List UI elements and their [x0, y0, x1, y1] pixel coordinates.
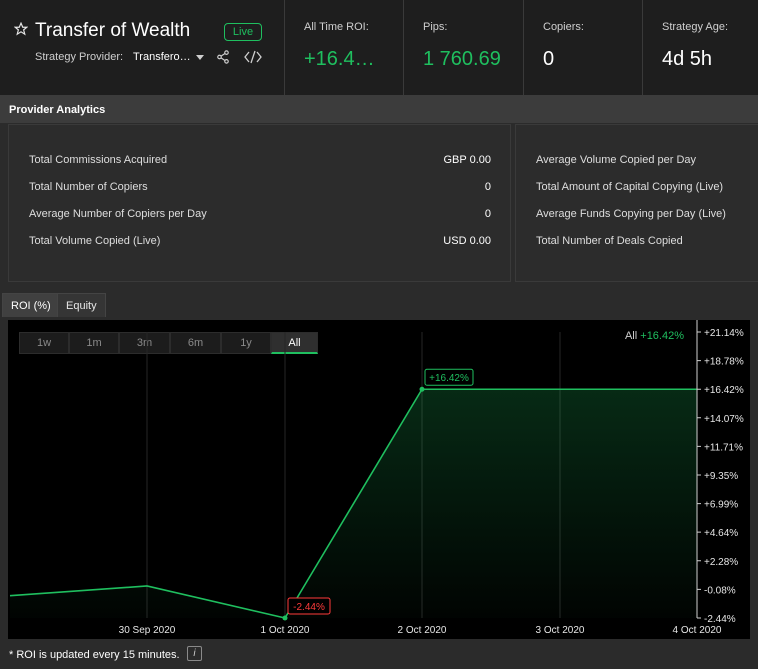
- tab-roi[interactable]: ROI (%): [2, 293, 60, 317]
- metric-label: All Time ROI:: [304, 21, 369, 33]
- y-tick-label: +16.42%: [704, 385, 744, 396]
- analytics-label: Average Funds Copying per Day (Live): [536, 208, 726, 220]
- metric-label: Strategy Age:: [662, 21, 729, 33]
- metric-label: Copiers:: [543, 21, 584, 33]
- share-icon[interactable]: [216, 50, 230, 64]
- x-tick-label: 3 Oct 2020: [536, 625, 585, 636]
- analytics-value: 0: [484, 208, 491, 220]
- metric-value: 4d 5h: [662, 48, 713, 70]
- analytics-label: Total Number of Deals Copied: [536, 235, 683, 247]
- strategy-header: Transfer of Wealth Live Strategy Provide…: [0, 0, 758, 95]
- x-tick-label: 2 Oct 2020: [398, 625, 447, 636]
- embed-code-icon[interactable]: [244, 50, 262, 64]
- data-label: -2.44%: [293, 602, 325, 613]
- x-tick-label: 4 Oct 2020: [673, 625, 722, 636]
- metric-value: 0: [543, 48, 555, 70]
- y-tick-label: -2.44%: [704, 614, 736, 625]
- tab-equity[interactable]: Equity: [57, 293, 106, 317]
- analytics-value: USD 0.00: [443, 235, 491, 247]
- analytics-value: 0: [484, 181, 491, 193]
- y-tick-label: +2.28%: [704, 557, 738, 568]
- section-title: Provider Analytics: [9, 104, 106, 116]
- analytics-label: Total Number of Copiers: [29, 181, 148, 193]
- live-status-badge: Live: [224, 23, 262, 41]
- chart-tabs: ROI (%) Equity: [0, 290, 758, 318]
- provider-label: Strategy Provider:: [35, 51, 124, 63]
- strategy-title: Transfer of Wealth: [35, 20, 191, 41]
- data-point-marker: [419, 386, 425, 392]
- metric-pips: Pips: 1 760.69: [403, 0, 523, 95]
- provider-analytics-header: Provider Analytics: [0, 95, 758, 123]
- metric-roi: All Time ROI: +16.4…: [284, 0, 403, 95]
- analytics-label: Total Volume Copied (Live): [29, 235, 161, 247]
- chevron-down-icon[interactable]: [196, 55, 204, 60]
- y-tick-label: +6.99%: [704, 500, 738, 511]
- analytics-value: GBP 0.00: [443, 154, 492, 166]
- x-tick-label: 1 Oct 2020: [261, 625, 310, 636]
- analytics-label: Total Amount of Capital Copying (Live): [536, 181, 724, 193]
- analytics-label: Average Number of Copiers per Day: [29, 208, 207, 220]
- y-tick-label: +14.07%: [704, 414, 744, 425]
- y-tick-label: +11.71%: [704, 442, 743, 453]
- y-tick-label: -0.08%: [704, 585, 736, 596]
- y-tick-label: +9.35%: [704, 471, 738, 482]
- y-tick-label: +4.64%: [704, 528, 738, 539]
- analytics-panel-right: Average Volume Copied per Day Total Amou…: [515, 124, 758, 282]
- metric-label: Pips:: [423, 21, 448, 33]
- roi-footnote: * ROI is updated every 15 minutes.: [9, 649, 180, 661]
- y-tick-label: +21.14%: [704, 328, 744, 339]
- metric-value: 1 760.69: [423, 48, 501, 70]
- star-icon[interactable]: [14, 22, 28, 36]
- x-tick-label: 30 Sep 2020: [119, 625, 176, 636]
- provider-dropdown[interactable]: Transfero…: [133, 51, 191, 63]
- roi-chart-plot[interactable]: +21.14% +18.78% +16.42% +14.07% +11.71% +9.35…: [8, 320, 750, 639]
- y-tick-label: +18.78%: [704, 357, 744, 368]
- metric-value: +16.4…: [304, 48, 375, 70]
- metric-copiers: Copiers: 0: [523, 0, 642, 95]
- data-point-marker: [282, 615, 288, 621]
- roi-chart: 1w 1m 3m 6m 1y All All +16.42% +21.14% +1…: [8, 320, 750, 639]
- metric-strategy-age: Strategy Age: 4d 5h: [642, 0, 758, 95]
- info-icon[interactable]: i: [187, 646, 202, 661]
- analytics-label: Total Commissions Acquired: [29, 154, 168, 166]
- analytics-panel-left: Total Commissions Acquired GBP 0.00 Tota…: [8, 124, 511, 282]
- data-label: +16.42%: [429, 373, 469, 384]
- analytics-label: Average Volume Copied per Day: [536, 154, 697, 166]
